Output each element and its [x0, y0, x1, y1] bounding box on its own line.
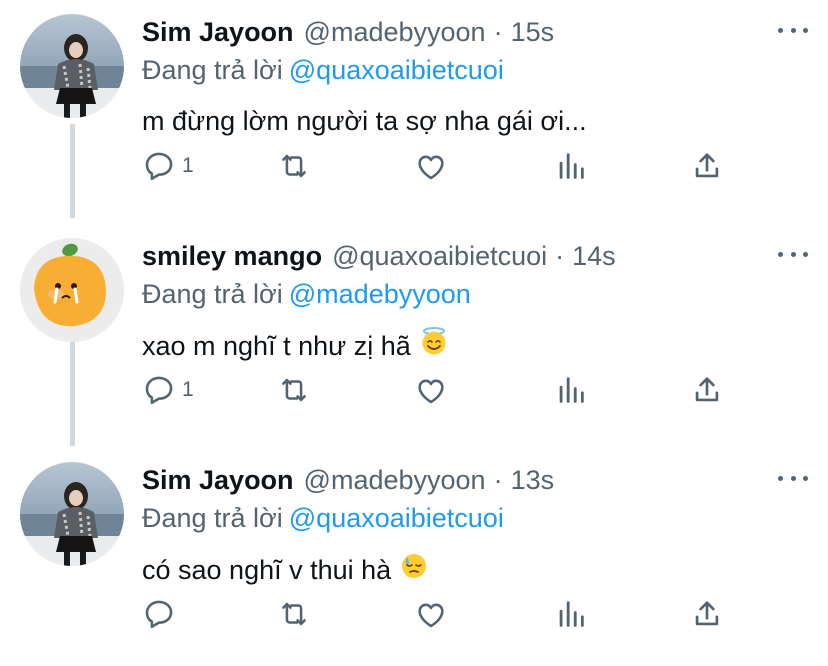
separator-dot: ·: [493, 17, 503, 47]
like-icon: [414, 597, 448, 631]
like-icon: [414, 373, 448, 407]
display-name[interactable]: Sim Jayoon: [142, 462, 294, 498]
retweet-button[interactable]: [276, 146, 312, 186]
replying-to: Đang trả lời @madebyyoon: [142, 276, 808, 312]
downcast-sweat-emoji: [399, 550, 429, 590]
retweet-icon: [276, 597, 312, 631]
avatar-column: [20, 14, 124, 118]
separator-dot: ·: [555, 241, 565, 271]
tweet[interactable]: smiley mango @quaxoaibietcuoi · 14s Đang…: [0, 224, 828, 442]
avatar[interactable]: [20, 14, 124, 118]
avatar-column: [20, 238, 124, 342]
replying-to-label: Đang trả lời: [142, 503, 283, 533]
tweet[interactable]: Sim Jayoon @madebyyoon · 13s Đang trả lờ…: [0, 448, 828, 666]
tweet-text-content: xao m nghĩ t như zị hã: [142, 331, 411, 361]
reply-button[interactable]: 1: [142, 146, 194, 186]
action-bar: 1: [142, 370, 726, 410]
replying-to: Đang trả lời @quaxoaibietcuoi: [142, 500, 808, 536]
more-icon[interactable]: [778, 242, 808, 266]
mention-link[interactable]: @madebyyoon: [289, 279, 471, 309]
tweet-text-content: có sao nghĩ v thui hà: [142, 555, 392, 585]
tweet-text: m đừng lờm người ta sợ nha gái ơi...: [142, 102, 808, 140]
replying-to-label: Đang trả lời: [142, 279, 283, 309]
tweet-content: smiley mango @quaxoaibietcuoi · 14s Đang…: [142, 238, 808, 366]
display-name[interactable]: smiley mango: [142, 238, 322, 274]
retweet-button[interactable]: [276, 370, 312, 410]
analytics-button[interactable]: [554, 370, 588, 410]
like-button[interactable]: [414, 370, 448, 410]
reply-button[interactable]: [142, 594, 182, 634]
tweet[interactable]: Sim Jayoon @madebyyoon · 15s Đang trả lờ…: [0, 0, 828, 218]
reply-button[interactable]: 1: [142, 370, 194, 410]
like-icon: [414, 149, 448, 183]
user-handle[interactable]: @madebyyoon: [304, 462, 486, 498]
like-button[interactable]: [414, 594, 448, 634]
mention-link[interactable]: @quaxoaibietcuoi: [289, 503, 504, 533]
reply-count: 1: [182, 154, 194, 177]
share-icon: [690, 373, 724, 407]
timestamp[interactable]: 13s: [511, 462, 555, 498]
share-button[interactable]: [690, 146, 724, 186]
analytics-button[interactable]: [554, 594, 588, 634]
tweet-header: Sim Jayoon @madebyyoon · 13s: [142, 462, 808, 498]
tweet-text: xao m nghĩ t như zị hã: [142, 326, 808, 366]
reply-thread: Sim Jayoon @madebyyoon · 15s Đang trả lờ…: [0, 0, 828, 654]
tweet-header: smiley mango @quaxoaibietcuoi · 14s: [142, 238, 808, 274]
tweet-text: có sao nghĩ v thui hà: [142, 550, 808, 590]
timestamp[interactable]: 15s: [511, 14, 555, 50]
more-icon[interactable]: [778, 18, 808, 42]
retweet-button[interactable]: [276, 594, 312, 634]
replying-to: Đang trả lời @quaxoaibietcuoi: [142, 52, 808, 88]
avatar-column: [20, 462, 124, 566]
avatar[interactable]: [20, 462, 124, 566]
analytics-icon: [554, 373, 588, 407]
mention-link[interactable]: @quaxoaibietcuoi: [289, 55, 504, 85]
separator-dot: ·: [493, 465, 503, 495]
share-button[interactable]: [690, 370, 724, 410]
action-bar: 1: [142, 146, 726, 186]
analytics-button[interactable]: [554, 146, 588, 186]
more-icon[interactable]: [778, 466, 808, 490]
reply-count: 1: [182, 378, 194, 401]
display-name[interactable]: Sim Jayoon: [142, 14, 294, 50]
tweet-header: Sim Jayoon @madebyyoon · 15s: [142, 14, 808, 50]
user-handle[interactable]: @quaxoaibietcuoi: [332, 238, 547, 274]
timestamp[interactable]: 14s: [572, 238, 616, 274]
tweet-text-content: m đừng lờm người ta sợ nha gái ơi...: [142, 106, 587, 136]
retweet-icon: [276, 373, 312, 407]
share-icon: [690, 149, 724, 183]
reply-icon: [142, 373, 176, 407]
retweet-icon: [276, 149, 312, 183]
halo-smile-emoji: [419, 326, 449, 366]
share-button[interactable]: [690, 594, 724, 634]
action-bar: [142, 594, 726, 634]
user-handle[interactable]: @madebyyoon: [304, 14, 486, 50]
tweet-content: Sim Jayoon @madebyyoon · 15s Đang trả lờ…: [142, 14, 808, 140]
replying-to-label: Đang trả lời: [142, 55, 283, 85]
share-icon: [690, 597, 724, 631]
avatar[interactable]: [20, 238, 124, 342]
reply-icon: [142, 597, 176, 631]
reply-icon: [142, 149, 176, 183]
analytics-icon: [554, 597, 588, 631]
analytics-icon: [554, 149, 588, 183]
like-button[interactable]: [414, 146, 448, 186]
tweet-content: Sim Jayoon @madebyyoon · 13s Đang trả lờ…: [142, 462, 808, 590]
